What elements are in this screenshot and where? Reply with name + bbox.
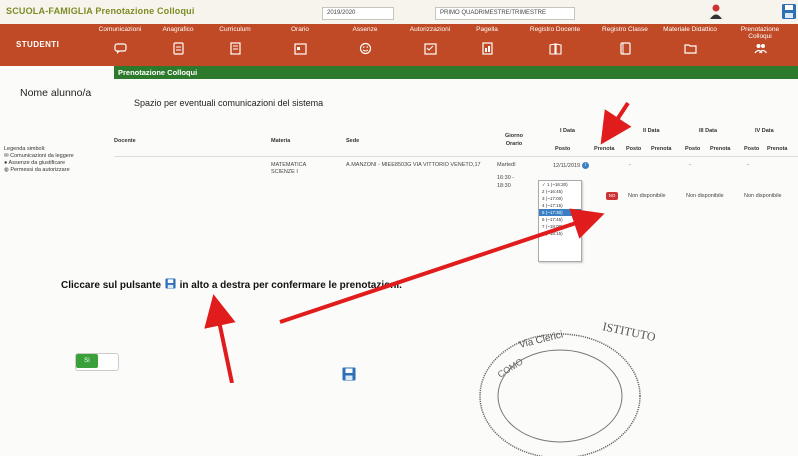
legend-item-permissions: ◍ Permessi da autorizzare xyxy=(4,167,70,173)
col-header-posto-1: Posto xyxy=(555,146,571,152)
col-header-data4: IV Data xyxy=(755,128,774,134)
save-icon[interactable] xyxy=(781,3,797,20)
slot-option[interactable]: 3 (~17:00) xyxy=(539,195,581,202)
svg-text:Via Clerici: Via Clerici xyxy=(518,329,564,351)
col-header-posto-2: Posto xyxy=(626,146,642,152)
menu-item-pagella[interactable]: Pagella xyxy=(457,26,517,64)
slot-option[interactable]: ✓ 1 (~16:30) xyxy=(539,181,581,188)
checklist-icon xyxy=(423,43,437,55)
folder-icon xyxy=(683,44,697,54)
svg-text:COMO: COMO xyxy=(496,356,525,379)
report-icon xyxy=(481,42,493,55)
col-header-data1: I Data xyxy=(560,128,575,134)
slot-option[interactable]: 7 (~18:00) xyxy=(539,223,581,230)
col-header-prenota-2: Prenota xyxy=(651,146,672,152)
table-header-divider xyxy=(114,156,798,157)
menu-item-orario[interactable]: Orario xyxy=(270,26,330,64)
col-header-giorno-orario: Giorno Orario xyxy=(504,133,524,147)
menu-item-registro-classe[interactable]: Registro Classe xyxy=(595,26,655,64)
row-orario: 16:30 - 18:30 xyxy=(497,175,515,189)
students-menu-label[interactable]: STUDENTI xyxy=(16,40,59,49)
user-icon[interactable] xyxy=(708,3,724,20)
slot-dropdown[interactable]: ✓ 1 (~16:30) 2 (~16:45) 3 (~17:00) 4 (~1… xyxy=(538,180,582,262)
slot-option[interactable]: 8 (~18:15) xyxy=(539,230,581,237)
section-title: Prenotazione Colloqui xyxy=(118,68,198,77)
legend-title: Legenda simboli: xyxy=(4,146,46,152)
school-year-select[interactable]: 2019/2020 xyxy=(322,7,394,20)
slot-option[interactable]: 5 (~17:30) xyxy=(539,209,581,216)
row-data3-posto: - xyxy=(689,162,691,168)
slot-option[interactable]: 4 (~17:15) xyxy=(539,202,581,209)
register-icon xyxy=(619,42,631,55)
menu-item-prenotazione-colloqui[interactable]: Prenotazione Colloqui xyxy=(730,26,790,64)
row-data2-status: Non disponibile xyxy=(628,193,666,199)
row-data4-status: Non disponibile xyxy=(744,193,782,199)
menu-item-assenze[interactable]: Assenze xyxy=(335,26,395,64)
menu-item-label: Anagrafico xyxy=(162,26,194,33)
menu-item-label: Comunicazioni xyxy=(98,26,142,33)
info-icon[interactable]: i xyxy=(581,162,589,169)
id-card-icon xyxy=(172,42,184,55)
arrow-to-prenota xyxy=(600,101,632,145)
student-name: Nome alunno/a xyxy=(20,87,92,99)
chat-icon xyxy=(113,43,127,54)
svg-text:ISTITUTO: ISTITUTO xyxy=(601,319,657,344)
app-title: SCUOLA-FAMIGLIA Prenotazione Colloqui xyxy=(6,6,195,16)
row-sede: A.MANZONI - MIEE8503G VIA VITTORIO VENET… xyxy=(346,162,481,168)
col-header-data2: II Data xyxy=(643,128,660,134)
document-icon xyxy=(229,42,241,55)
col-header-posto-3: Posto xyxy=(685,146,701,152)
row-data2-posto: - xyxy=(629,162,631,168)
smiley-icon xyxy=(359,42,371,55)
menu-item-label: Autorizzazioni xyxy=(409,26,451,33)
menu-item-registro-docente[interactable]: Registro Docente xyxy=(525,26,585,64)
menu-item-anagrafico[interactable]: Anagrafico xyxy=(148,26,208,64)
menu-item-label: Orario xyxy=(290,26,310,33)
col-header-sede: Sede xyxy=(346,138,360,144)
col-header-data3: III Data xyxy=(699,128,718,134)
row-data3-status: Non disponibile xyxy=(686,193,724,199)
menu-item-label: Registro Docente xyxy=(529,26,581,33)
col-header-prenota-1: Prenota xyxy=(594,146,615,152)
row-date-1: 12/11/2019 i xyxy=(553,162,589,169)
col-header-posto-4: Posto xyxy=(744,146,760,152)
calendar-icon xyxy=(293,43,307,55)
col-header-prenota-4: Prenota xyxy=(767,146,788,152)
school-stamp: Via Clerici ISTITUTO COMO xyxy=(479,319,657,456)
symbol-legend: Legenda simboli: ✉ Comunicazioni da legg… xyxy=(4,146,84,174)
row-materia: MATEMATICA SCIENZE I xyxy=(271,162,306,175)
row-data4-posto: - xyxy=(747,162,749,168)
menu-item-materiale-didattico[interactable]: Materiale Didattico xyxy=(660,26,720,64)
section-header-bar xyxy=(114,66,798,79)
col-header-prenota-3: Prenota xyxy=(710,146,731,152)
slot-option[interactable]: 2 (~16:45) xyxy=(539,188,581,195)
menu-item-label: Pagella xyxy=(476,26,498,33)
arrow-to-save-icon xyxy=(204,294,236,383)
menu-item-comunicazioni[interactable]: Comunicazioni xyxy=(90,26,150,64)
menu-item-label: Prenotazione Colloqui xyxy=(740,26,780,40)
period-select[interactable]: PRIMO QUADRIMESTRE/TRIMESTRE xyxy=(435,7,575,20)
people-icon xyxy=(754,44,767,54)
slot-option[interactable]: 6 (~17:45) xyxy=(539,216,581,223)
menu-item-label: Assenze xyxy=(352,26,378,33)
legend-item-messages: ✉ Comunicazioni da leggere xyxy=(4,153,74,159)
row-giorno: Martedì xyxy=(497,162,516,168)
prenota-no-badge[interactable]: NO xyxy=(606,192,618,200)
col-header-docente: Docente xyxy=(114,138,136,144)
menu-item-curriculum[interactable]: Curriculum xyxy=(205,26,265,64)
save-icon[interactable] xyxy=(342,367,356,381)
col-header-materia: Materia xyxy=(271,138,291,144)
legend-item-absences: ● Assenze da giustificare xyxy=(4,160,66,166)
menu-item-label: Registro Classe xyxy=(602,26,648,33)
confirm-instruction: Cliccare sul pulsante in alto a destra p… xyxy=(61,278,402,291)
menu-item-label: Curriculum xyxy=(219,26,251,33)
system-message: Spazio per eventuali comunicazioni del s… xyxy=(134,98,324,108)
book-icon xyxy=(548,43,562,55)
toggle-on-label: Sì xyxy=(76,354,98,368)
save-icon xyxy=(165,278,176,289)
menu-item-label: Materiale Didattico xyxy=(663,26,717,33)
menu-item-autorizzazioni[interactable]: Autorizzazioni xyxy=(400,26,460,64)
